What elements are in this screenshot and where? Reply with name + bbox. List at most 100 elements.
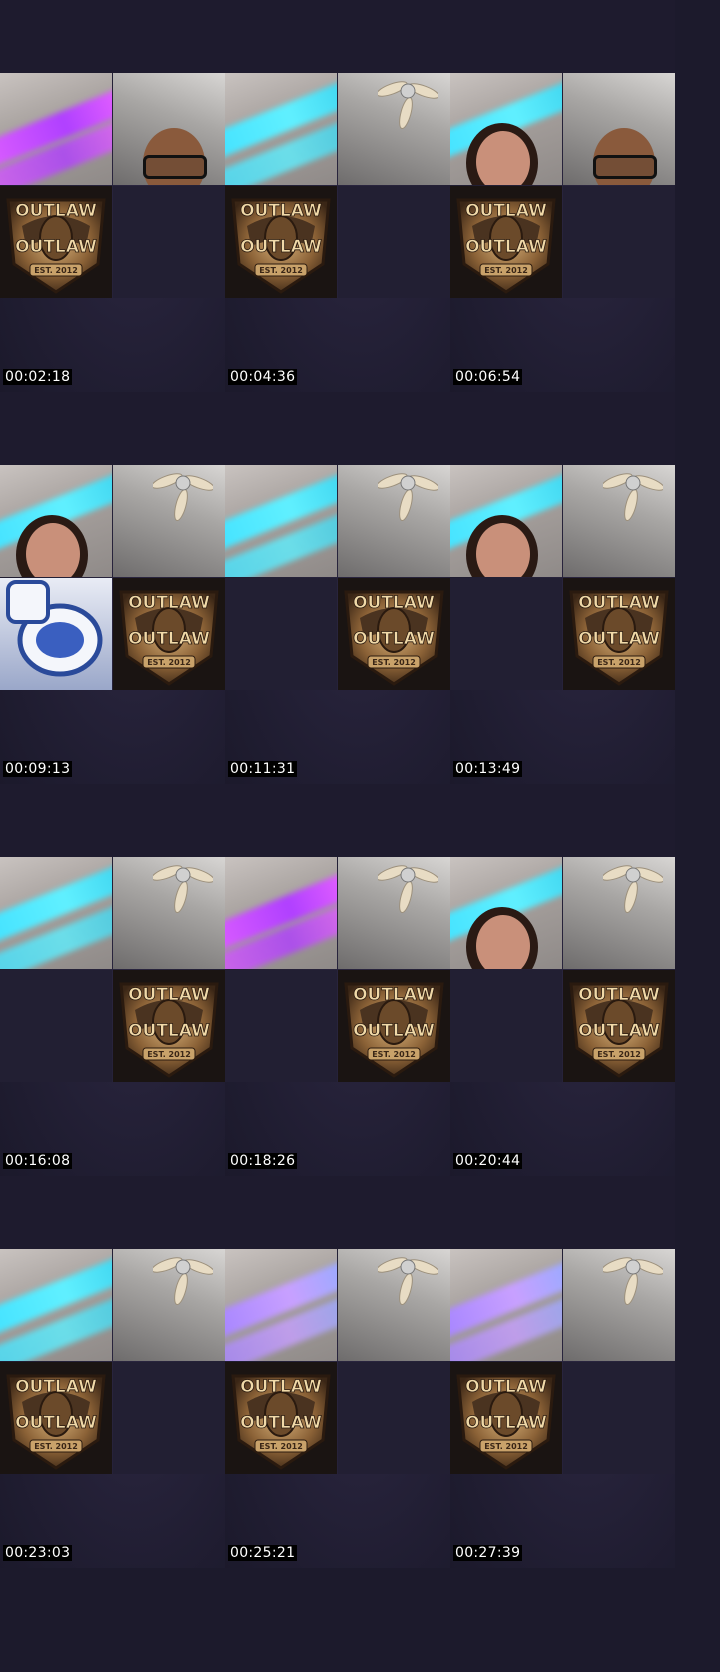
svg-text:OUTLAW: OUTLAW [128, 629, 210, 649]
glasses-icon [143, 155, 207, 179]
frame-thumbnail[interactable]: OUTLAW OUTLAW EST. 2012 00:27:39 [450, 1176, 675, 1568]
ceiling-fan-tile [113, 1249, 225, 1361]
svg-text:OUTLAW: OUTLAW [240, 237, 322, 257]
svg-text:EST. 2012: EST. 2012 [484, 266, 528, 275]
frame-timestamp: 00:02:18 [3, 369, 73, 385]
frame-thumbnail[interactable]: OUTLAW OUTLAW EST. 2012 00:25:21 [225, 1176, 450, 1568]
frame-timestamp: 00:27:39 [453, 1545, 523, 1561]
svg-text:OUTLAW: OUTLAW [353, 593, 435, 613]
frame-top-bar [225, 784, 450, 857]
frame-top-bar [225, 0, 450, 73]
svg-text:EST. 2012: EST. 2012 [484, 1442, 528, 1451]
toilet-image-tile [0, 578, 112, 690]
participant-video-tile [113, 73, 225, 185]
participant-video-tile [450, 857, 562, 969]
participant-face [476, 915, 530, 969]
ceiling-fan-icon [378, 1257, 438, 1305]
svg-text:OUTLAW: OUTLAW [240, 1413, 322, 1433]
ceiling-fan-icon [603, 1257, 663, 1305]
svg-text:OUTLAW: OUTLAW [578, 629, 660, 649]
outlaw-logo-tile: OUTLAW OUTLAW EST. 2012 [113, 578, 225, 690]
svg-text:EST. 2012: EST. 2012 [34, 1442, 78, 1451]
ceiling-fan-tile [563, 857, 675, 969]
ceiling-fan-icon [378, 473, 438, 521]
outlaw-logo-tile: OUTLAW OUTLAW EST. 2012 [225, 186, 337, 298]
svg-text:OUTLAW: OUTLAW [240, 201, 322, 221]
ceiling-light-tile [0, 857, 112, 969]
ceiling-light-tile [0, 1249, 112, 1361]
svg-text:OUTLAW: OUTLAW [128, 1021, 210, 1041]
frame-timestamp: 00:16:08 [3, 1153, 73, 1169]
svg-text:EST. 2012: EST. 2012 [259, 266, 303, 275]
outlaw-badge-graphic: OUTLAW OUTLAW EST. 2012 [563, 970, 675, 1082]
svg-text:OUTLAW: OUTLAW [128, 593, 210, 613]
svg-text:OUTLAW: OUTLAW [465, 1413, 547, 1433]
empty-video-tile [0, 970, 112, 1082]
ceiling-fan-tile [338, 1249, 450, 1361]
frame-thumbnail[interactable]: OUTLAW OUTLAW EST. 2012 00:16:08 [0, 784, 225, 1176]
outlaw-badge-graphic: OUTLAW OUTLAW EST. 2012 [0, 186, 112, 298]
frame-thumbnail[interactable]: OUTLAW OUTLAW EST. 2012 00:23:03 [0, 1176, 225, 1568]
empty-video-tile [225, 578, 337, 690]
participant-video-tile [0, 465, 112, 577]
frame-thumbnail[interactable]: OUTLAW OUTLAW EST. 2012 00:18:26 [225, 784, 450, 1176]
ceiling-fan-icon [603, 473, 663, 521]
ceiling-fan-tile [113, 465, 225, 577]
ceiling-fan-tile [338, 857, 450, 969]
svg-text:OUTLAW: OUTLAW [128, 985, 210, 1005]
outlaw-logo-tile: OUTLAW OUTLAW EST. 2012 [113, 970, 225, 1082]
frame-timestamp: 00:09:13 [3, 761, 73, 777]
outlaw-logo-tile: OUTLAW OUTLAW EST. 2012 [450, 186, 562, 298]
frame-thumbnail[interactable]: OUTLAW OUTLAW EST. 2012 00:06:54 [450, 0, 675, 392]
ceiling-fan-icon [603, 865, 663, 913]
participant-video-tile [450, 73, 562, 185]
outlaw-logo-tile: OUTLAW OUTLAW EST. 2012 [338, 578, 450, 690]
ceiling-fan-tile [113, 857, 225, 969]
frame-timestamp: 00:13:49 [453, 761, 523, 777]
ceiling-fan-icon [378, 81, 438, 129]
ceiling-fan-tile [563, 465, 675, 577]
svg-text:EST. 2012: EST. 2012 [147, 658, 191, 667]
frame-thumbnail[interactable]: OUTLAW OUTLAW EST. 2012 00:09:13 [0, 392, 225, 784]
svg-text:OUTLAW: OUTLAW [240, 1377, 322, 1397]
empty-video-tile [563, 186, 675, 298]
contact-sheet: OUTLAW OUTLAW EST. 2012 00:02:18 OUTLAW … [0, 0, 675, 1568]
ceiling-fan-icon [153, 473, 213, 521]
svg-text:OUTLAW: OUTLAW [353, 1021, 435, 1041]
frame-top-bar [225, 392, 450, 465]
frame-top-bar [450, 1176, 675, 1249]
frame-timestamp: 00:23:03 [3, 1545, 73, 1561]
frame-thumbnail[interactable]: OUTLAW OUTLAW EST. 2012 00:04:36 [225, 0, 450, 392]
outlaw-logo-tile: OUTLAW OUTLAW EST. 2012 [225, 1362, 337, 1474]
outlaw-logo-tile: OUTLAW OUTLAW EST. 2012 [563, 970, 675, 1082]
outlaw-badge-graphic: OUTLAW OUTLAW EST. 2012 [563, 578, 675, 690]
svg-text:OUTLAW: OUTLAW [578, 1021, 660, 1041]
outlaw-logo-tile: OUTLAW OUTLAW EST. 2012 [450, 1362, 562, 1474]
outlaw-logo-tile: OUTLAW OUTLAW EST. 2012 [0, 1362, 112, 1474]
frame-timestamp: 00:20:44 [453, 1153, 523, 1169]
participant-video-tile [563, 73, 675, 185]
frame-top-bar [0, 392, 225, 465]
svg-text:OUTLAW: OUTLAW [15, 201, 97, 221]
frame-top-bar [225, 1176, 450, 1249]
ceiling-fan-tile [563, 1249, 675, 1361]
toilet-icon [6, 580, 103, 677]
svg-text:EST. 2012: EST. 2012 [597, 658, 641, 667]
empty-video-tile [563, 1362, 675, 1474]
participant-video-tile [450, 465, 562, 577]
frame-thumbnail[interactable]: OUTLAW OUTLAW EST. 2012 00:11:31 [225, 392, 450, 784]
outlaw-badge-graphic: OUTLAW OUTLAW EST. 2012 [113, 970, 225, 1082]
ceiling-light-tile [0, 73, 112, 185]
outlaw-badge-graphic: OUTLAW OUTLAW EST. 2012 [338, 970, 450, 1082]
outlaw-badge-graphic: OUTLAW OUTLAW EST. 2012 [338, 578, 450, 690]
svg-text:EST. 2012: EST. 2012 [147, 1050, 191, 1059]
ceiling-light-tile [225, 465, 337, 577]
frame-thumbnail[interactable]: OUTLAW OUTLAW EST. 2012 00:02:18 [0, 0, 225, 392]
empty-video-tile [450, 578, 562, 690]
svg-text:OUTLAW: OUTLAW [15, 1413, 97, 1433]
frame-top-bar [0, 1176, 225, 1249]
svg-text:OUTLAW: OUTLAW [578, 593, 660, 613]
frame-thumbnail[interactable]: OUTLAW OUTLAW EST. 2012 00:13:49 [450, 392, 675, 784]
frame-thumbnail[interactable]: OUTLAW OUTLAW EST. 2012 00:20:44 [450, 784, 675, 1176]
frame-timestamp: 00:04:36 [228, 369, 298, 385]
